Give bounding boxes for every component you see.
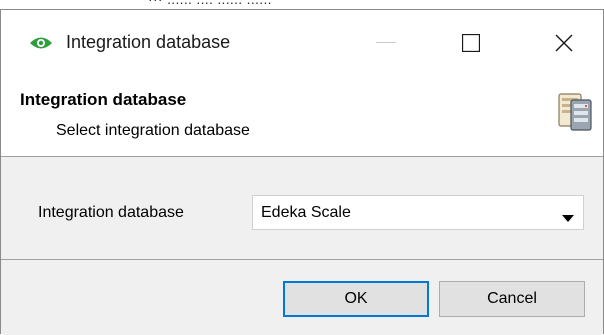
button-bar: OK Cancel <box>1 260 603 335</box>
database-icon <box>557 92 593 132</box>
cancel-button[interactable]: Cancel <box>439 281 585 317</box>
close-icon <box>555 34 573 52</box>
form-panel: Integration database Edeka Scale <box>1 157 603 259</box>
chevron-down-icon <box>562 209 574 227</box>
integration-database-dialog: Integration database Integration databas… <box>0 9 604 335</box>
close-button[interactable] <box>519 10 604 76</box>
maximize-button[interactable] <box>426 10 516 76</box>
window-title: Integration database <box>66 32 231 52</box>
integration-database-label: Integration database <box>38 204 184 221</box>
integration-database-select[interactable]: Edeka Scale <box>252 195 584 230</box>
eye-icon <box>29 35 53 51</box>
ok-button[interactable]: OK <box>283 281 429 317</box>
title-bar[interactable]: Integration database <box>1 10 603 76</box>
dialog-header: Integration database Select integration … <box>1 76 603 156</box>
header-subtitle: Select integration database <box>56 122 250 139</box>
header-title: Integration database <box>20 90 187 109</box>
minimize-button[interactable] <box>341 10 431 76</box>
background-window-edge: ··· ...... .... ...... ...... <box>0 0 604 9</box>
maximize-icon <box>462 34 480 52</box>
background-window-text: ··· ...... .... ...... ...... <box>148 0 272 7</box>
select-value: Edeka Scale <box>261 204 351 221</box>
minimize-icon <box>376 42 396 44</box>
